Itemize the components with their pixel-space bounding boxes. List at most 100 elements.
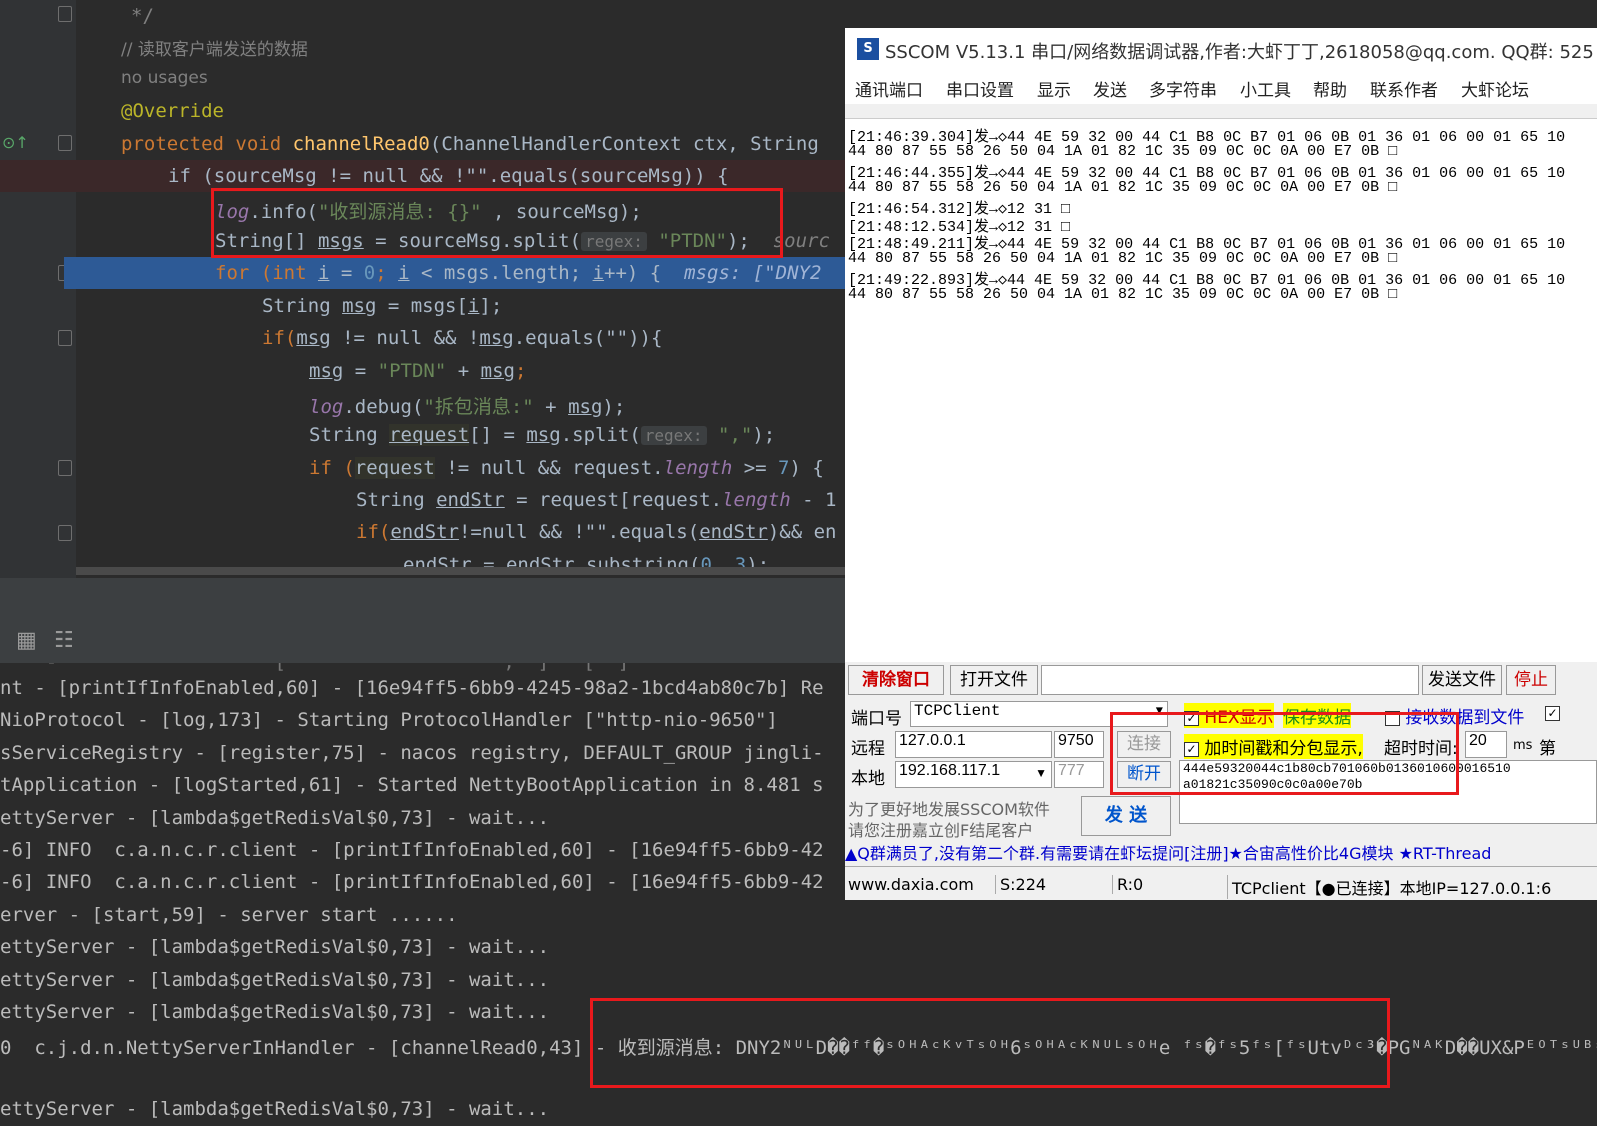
local-label: 本地 — [851, 769, 885, 789]
file-path-input[interactable] — [1041, 665, 1419, 695]
code-token: if( — [262, 327, 297, 349]
horizontal-scrollbar[interactable] — [76, 567, 845, 575]
code-token: endStr — [390, 521, 459, 543]
log-line: -6] INFO c.a.n.c.r.client - [printIfInfo… — [0, 871, 824, 893]
code-token: int — [272, 262, 318, 284]
remote-ip-input[interactable]: 127.0.0.1 — [895, 731, 1052, 758]
keyword: protected void — [121, 133, 293, 155]
rx-line: 44 80 87 55 58 26 50 04 1A 01 82 1C 35 0… — [848, 143, 1398, 160]
send-button[interactable]: 发 送 — [1081, 796, 1171, 836]
code-token: .equals("")){ — [513, 327, 663, 349]
annotation-box-code — [211, 188, 783, 258]
code-token: = request[request. — [504, 489, 723, 511]
code-token: msg — [296, 327, 331, 349]
method-name: channelRead0 — [292, 133, 430, 155]
annotation: @Override — [121, 100, 224, 122]
code-token: String — [356, 489, 437, 511]
code-token: = msgs[ — [376, 295, 468, 317]
code-line: @Override — [0, 95, 845, 127]
code-line: if (request != null && request.length >=… — [0, 452, 845, 484]
log-line: -6] INFO c.a.n.c.r.client - [printIfInfo… — [0, 839, 824, 861]
annotation-box-console — [590, 998, 1390, 1088]
code-line: String msg = msgs[i]; — [0, 290, 845, 322]
code-token: != null && ! — [330, 327, 480, 349]
stop-button[interactable]: 停止 — [1506, 665, 1556, 695]
open-file-button[interactable]: 打开文件 — [950, 665, 1038, 695]
menu-forum[interactable]: 大虾论坛 — [1461, 76, 1529, 101]
receive-area[interactable]: [21:46:39.304]发→◇44 4E 59 32 00 44 C1 B8… — [845, 118, 1597, 662]
menu-contact-author[interactable]: 联系作者 — [1370, 76, 1438, 101]
code-token: String — [309, 424, 390, 446]
code-token: msg — [526, 424, 561, 446]
port-label: 端口号 — [851, 709, 902, 729]
code-editor[interactable]: ⊙↑ */ // 读取客户端发送的数据 no usages @Override … — [0, 0, 845, 578]
log-line: ettyServer - [lambda$getRedisVal$0,73] -… — [0, 936, 550, 958]
menu-display[interactable]: 显示 — [1037, 76, 1071, 101]
code-token: + — [533, 396, 569, 418]
status-website[interactable]: www.daxia.com — [848, 875, 974, 894]
console-toolbar: ▦ ☷ — [0, 578, 845, 663]
annotation-box-send-data — [1110, 712, 1459, 795]
menu-serial-settings[interactable]: 串口设置 — [946, 76, 1014, 101]
code-token: )&& en — [767, 521, 837, 543]
announcement-text: ▲Q群满员了,没有第二个群.有需要请在虾坛提问[注册]★合宙高性价比4G模块 ★… — [845, 844, 1492, 863]
local-port-input[interactable]: 777 — [1054, 761, 1104, 788]
code-token: msg — [309, 360, 344, 382]
sscom-logo-icon: S — [857, 38, 879, 60]
code-token: msg — [342, 295, 377, 317]
menu-comm-port[interactable]: 通讯端口 — [855, 76, 923, 101]
code-token: [] = — [469, 424, 527, 446]
code-token: ); — [602, 396, 626, 418]
clear-window-button[interactable]: 清除窗口 — [848, 665, 944, 695]
status-bar: www.daxia.com S:224 R:0 TCPclient【●已连接】本… — [845, 866, 1597, 900]
code-token: ]; — [479, 295, 503, 317]
code-token: < msgs.length; — [409, 262, 593, 284]
local-ip-value: 192.168.117.1 — [899, 762, 1001, 779]
timeout-input[interactable]: 20 — [1465, 731, 1507, 758]
code-token: ; — [375, 262, 399, 284]
send-file-button[interactable]: 发送文件 — [1422, 665, 1502, 695]
window-titlebar[interactable]: S SSCOM V5.13.1 串口/网络数据调试器,作者:大虾丁丁,26180… — [845, 28, 1597, 70]
code-token: - 1 — [790, 489, 837, 511]
ms-label: ms — [1513, 738, 1533, 753]
code-line: if(msg != null && !msg.equals("")){ — [0, 322, 845, 354]
log-line: NioProtocol - [log,173] - Starting Proto… — [0, 709, 778, 731]
code-token: ); — [752, 424, 776, 446]
code-comment: // 读取客户端发送的数据 — [121, 40, 308, 60]
code-token: >= — [732, 457, 779, 479]
code-line: String endStr = request[request.length -… — [0, 484, 845, 516]
table-icon[interactable]: ▦ — [16, 628, 37, 653]
menu-tools[interactable]: 小工具 — [1240, 76, 1291, 101]
usage-hint[interactable]: no usages — [121, 68, 208, 88]
log-line: - [ , ] [ ] — [0, 663, 629, 673]
log-line: erver - [start,59] - server start ...... — [0, 904, 458, 926]
code-token: ) { — [789, 457, 824, 479]
code-token: + — [446, 360, 481, 382]
menu-multi-string[interactable]: 多字符串 — [1149, 76, 1217, 101]
remote-label: 远程 — [851, 739, 885, 759]
code-token: 0 — [363, 262, 376, 284]
code-line: msg = "PTDN" + msg; — [0, 355, 845, 387]
align-icon[interactable]: ☷ — [54, 628, 74, 653]
comment-end: */ — [131, 5, 154, 27]
promo-text: 请您注册嘉立创F结尾客户 — [848, 821, 1034, 840]
rx-line: 44 80 87 55 58 26 50 04 1A 01 82 1C 35 0… — [848, 250, 1398, 267]
method-params: (ChannelHandlerContext ctx, String — [429, 133, 819, 155]
param-hint: regex: — [640, 426, 707, 445]
announcement-ticker[interactable]: ▲Q群满员了,没有第二个群.有需要请在虾坛提问[注册]★合宙高性价比4G模块 ★… — [845, 840, 1597, 864]
log-line: ettyServer - [lambda$getRedisVal$0,73] -… — [0, 1098, 550, 1120]
nth-label: 第 — [1539, 739, 1556, 759]
rx-line: 44 80 87 55 58 26 50 04 1A 01 82 1C 35 0… — [848, 179, 1398, 196]
menu-send[interactable]: 发送 — [1093, 76, 1127, 101]
menu-help[interactable]: 帮助 — [1313, 76, 1347, 101]
code-line: // 读取客户端发送的数据 — [0, 30, 845, 62]
code-token: endStr — [699, 521, 768, 543]
code-token: endStr — [436, 489, 505, 511]
code-line: if(endStr!=null && !"".equals(endStr)&& … — [0, 516, 845, 548]
code-token: = — [329, 262, 364, 284]
code-line: log.debug("拆包消息:" + msg); — [0, 387, 845, 419]
local-ip-select[interactable]: 192.168.117.1 ▼ — [895, 761, 1052, 788]
checkbox-icon[interactable]: ✓ — [1545, 703, 1560, 723]
remote-port-input[interactable]: 9750 — [1054, 731, 1104, 758]
string-literal: "PTDN" — [377, 360, 447, 382]
